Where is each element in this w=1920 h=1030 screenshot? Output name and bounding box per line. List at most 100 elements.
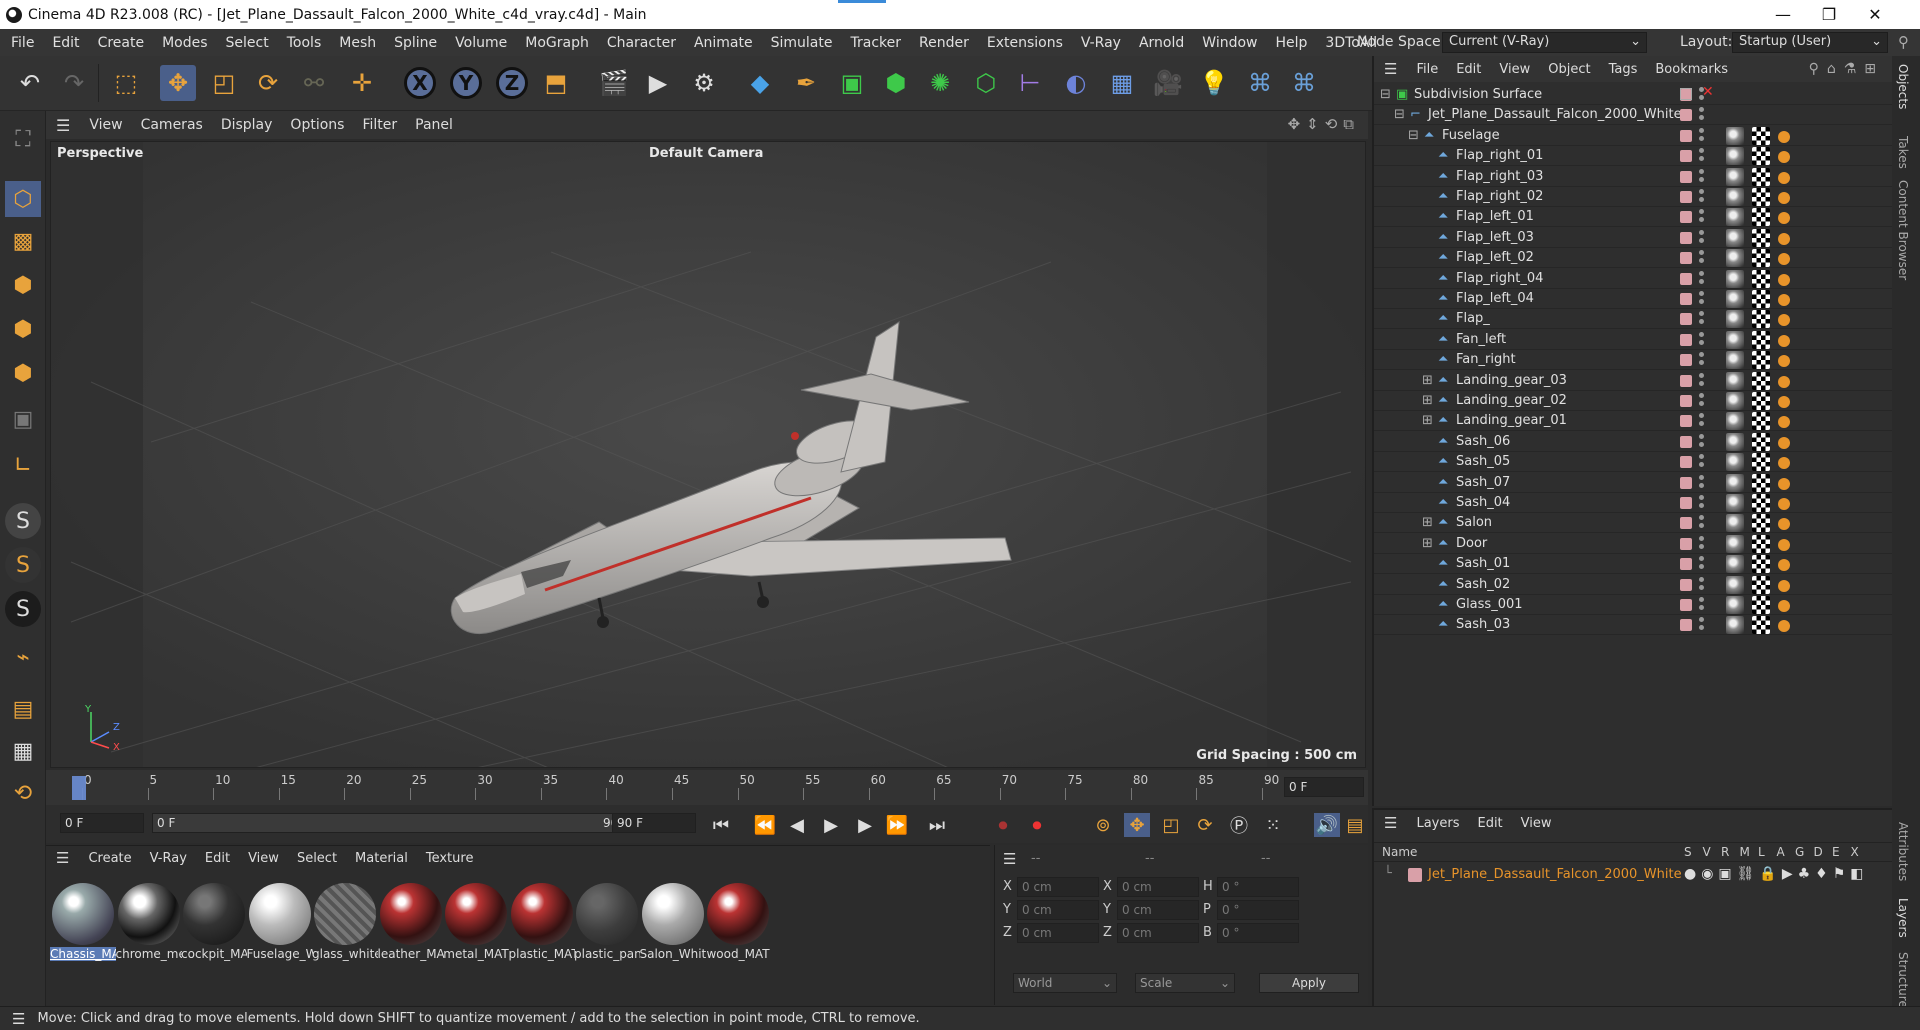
menu-select[interactable]: Select <box>217 35 278 51</box>
texture-tag-icon[interactable] <box>1752 249 1770 268</box>
locked-workplane-icon[interactable]: ▦ <box>5 733 41 769</box>
next-key-icon[interactable]: ⏩ <box>884 813 910 837</box>
material-tag-icon[interactable] <box>1726 371 1744 390</box>
object-name[interactable]: Landing_gear_03 <box>1456 373 1567 388</box>
material-tag-icon[interactable] <box>1726 412 1744 431</box>
visibility-dots-icon[interactable] <box>1699 617 1705 633</box>
object-name[interactable]: Fan_right <box>1456 352 1516 367</box>
timeline-sound-icon[interactable]: 🔊 <box>1314 813 1340 837</box>
axis-mode-icon[interactable]: ∟ <box>5 447 41 483</box>
texture-tag-icon[interactable] <box>1752 473 1770 492</box>
phong-tag-icon[interactable] <box>1778 396 1790 408</box>
layer-color-icon[interactable] <box>1680 272 1692 285</box>
visibility-dots-icon[interactable] <box>1699 250 1705 266</box>
viewport-navigation-icons[interactable]: ✥⇕⟲⧉ <box>1288 115 1360 133</box>
make-editable-icon[interactable]: ⛶ <box>5 121 41 157</box>
material-tag-icon[interactable] <box>1726 330 1744 349</box>
extra-tool-icon[interactable]: ⚯ <box>296 65 332 101</box>
viewport-menu-options[interactable]: Options <box>281 117 353 133</box>
menu-help[interactable]: Help <box>1266 35 1316 51</box>
render-picture-viewer-icon[interactable]: ▶ <box>640 65 676 101</box>
phong-tag-icon[interactable] <box>1778 620 1790 633</box>
layer-color-icon[interactable] <box>1680 333 1692 346</box>
polygons-mode-icon[interactable]: ⬢ <box>5 355 41 391</box>
coord-position-field[interactable]: 0 cm <box>1017 877 1099 897</box>
object-row[interactable]: ⏶ Flap_left_01 <box>1374 207 1892 228</box>
object-row[interactable]: ⏶ Fan_right <box>1374 350 1892 371</box>
phong-tag-icon[interactable] <box>1778 457 1790 470</box>
object-manager-tools-icons[interactable]: ⚲⌂⚗⊞ <box>1809 61 1884 77</box>
texture-tag-icon[interactable] <box>1752 616 1770 635</box>
phong-tag-icon[interactable] <box>1778 498 1790 510</box>
menu-simulate[interactable]: Simulate <box>762 35 842 51</box>
coord-rotation-field[interactable]: 0 ° <box>1217 923 1299 943</box>
layer-color-icon[interactable] <box>1680 456 1692 469</box>
pen-spline-icon[interactable]: ✒ <box>788 65 824 101</box>
object-name[interactable]: Sash_02 <box>1456 577 1510 592</box>
material-tag-icon[interactable] <box>1726 269 1744 288</box>
visibility-dots-icon[interactable] <box>1699 127 1705 144</box>
object-name[interactable]: Flap_right_01 <box>1456 148 1543 163</box>
material-menu-select[interactable]: Select <box>288 851 346 866</box>
tab-structure[interactable]: Structure <box>1896 952 1910 1008</box>
world-coordinates-icon[interactable]: ⬒ <box>538 65 574 101</box>
phong-tag-icon[interactable] <box>1778 151 1790 164</box>
object-row[interactable]: ⏶ Glass_001 <box>1374 595 1892 615</box>
object-menu-object[interactable]: Object <box>1539 62 1599 77</box>
layer-color-icon[interactable] <box>1680 537 1692 550</box>
layer-menu-edit[interactable]: Edit <box>1468 816 1511 831</box>
menu-mograph[interactable]: MoGraph <box>516 35 598 51</box>
material-tag-icon[interactable] <box>1726 147 1744 166</box>
layer-color-icon[interactable] <box>1680 129 1692 142</box>
menu-animate[interactable]: Animate <box>685 35 762 51</box>
object-row[interactable]: ⏶ Flap_left_04 <box>1374 289 1892 309</box>
phong-tag-icon[interactable] <box>1778 518 1790 531</box>
coord-size-field[interactable]: 0 cm <box>1117 900 1199 920</box>
object-row[interactable]: ⊞ ⏶ Landing_gear_03 <box>1374 371 1892 391</box>
object-row[interactable]: ⏶ Sash_06 <box>1374 432 1892 452</box>
coord-position-field[interactable]: 0 cm <box>1017 900 1099 920</box>
object-row[interactable]: ⊟ ▣ Subdivision Surface <box>1374 85 1892 105</box>
x-axis-lock-button[interactable]: X <box>404 67 436 99</box>
solo-mode-icon[interactable]: S <box>5 503 41 539</box>
rotate-tool-icon[interactable]: ⟳ <box>250 65 286 101</box>
object-row[interactable]: ⏶ Flap_right_03 <box>1374 167 1892 187</box>
texture-tag-icon[interactable] <box>1752 596 1770 614</box>
start-frame-field[interactable]: 0 F <box>60 813 144 833</box>
menu-render[interactable]: Render <box>910 35 978 51</box>
material-swatch[interactable]: cockpit_MA <box>181 881 247 969</box>
live-selection-icon[interactable]: ⬚ <box>108 65 144 101</box>
field-icon[interactable]: ◐ <box>1058 65 1094 101</box>
y-axis-lock-button[interactable]: Y <box>450 67 482 99</box>
layer-color-icon[interactable] <box>1680 109 1692 122</box>
key-scale-icon[interactable]: ◰ <box>1158 813 1184 837</box>
expand-toggle-icon[interactable]: ⊟ <box>1394 107 1405 122</box>
object-name[interactable]: Flap_left_04 <box>1456 291 1534 306</box>
object-name[interactable]: Flap_left_01 <box>1456 209 1534 224</box>
object-menu-file[interactable]: File <box>1407 62 1447 77</box>
layer-color-icon[interactable] <box>1680 497 1692 509</box>
disable-x-icon[interactable]: ✕ <box>1702 84 1714 100</box>
tab-attributes[interactable]: Attributes <box>1896 822 1910 881</box>
object-name[interactable]: Subdivision Surface <box>1414 87 1542 102</box>
texture-tag-icon[interactable] <box>1752 330 1770 349</box>
size-mode-dropdown[interactable]: Scale ⌄ <box>1135 973 1235 993</box>
object-name[interactable]: Fan_left <box>1456 332 1506 347</box>
object-row[interactable]: ⏶ Sash_07 <box>1374 473 1892 493</box>
edges-mode-icon[interactable]: ⬢ <box>5 311 41 347</box>
hamburger-menu-icon[interactable]: ☰ <box>1374 60 1407 78</box>
layout-lock-icon[interactable]: ⚲ <box>1898 33 1909 51</box>
object-row[interactable]: ⏶ Flap_left_03 <box>1374 228 1892 248</box>
hamburger-menu-icon[interactable]: ☰ <box>46 116 80 135</box>
material-swatch[interactable]: plastic_pane <box>574 881 640 969</box>
visibility-checkbox[interactable] <box>1680 88 1692 100</box>
visibility-dots-icon[interactable] <box>1699 148 1705 164</box>
go-to-start-icon[interactable]: ⏮ <box>708 813 734 837</box>
material-swatch[interactable]: leather_MA <box>378 881 444 969</box>
menu-arnold[interactable]: Arnold <box>1130 35 1193 51</box>
expand-toggle-icon[interactable]: ⊞ <box>1422 373 1433 388</box>
object-name[interactable]: Flap_right_02 <box>1456 189 1543 204</box>
material-tag-icon[interactable] <box>1726 310 1744 329</box>
solo-off-icon[interactable]: S <box>5 591 41 627</box>
layer-color-icon[interactable] <box>1680 558 1692 571</box>
